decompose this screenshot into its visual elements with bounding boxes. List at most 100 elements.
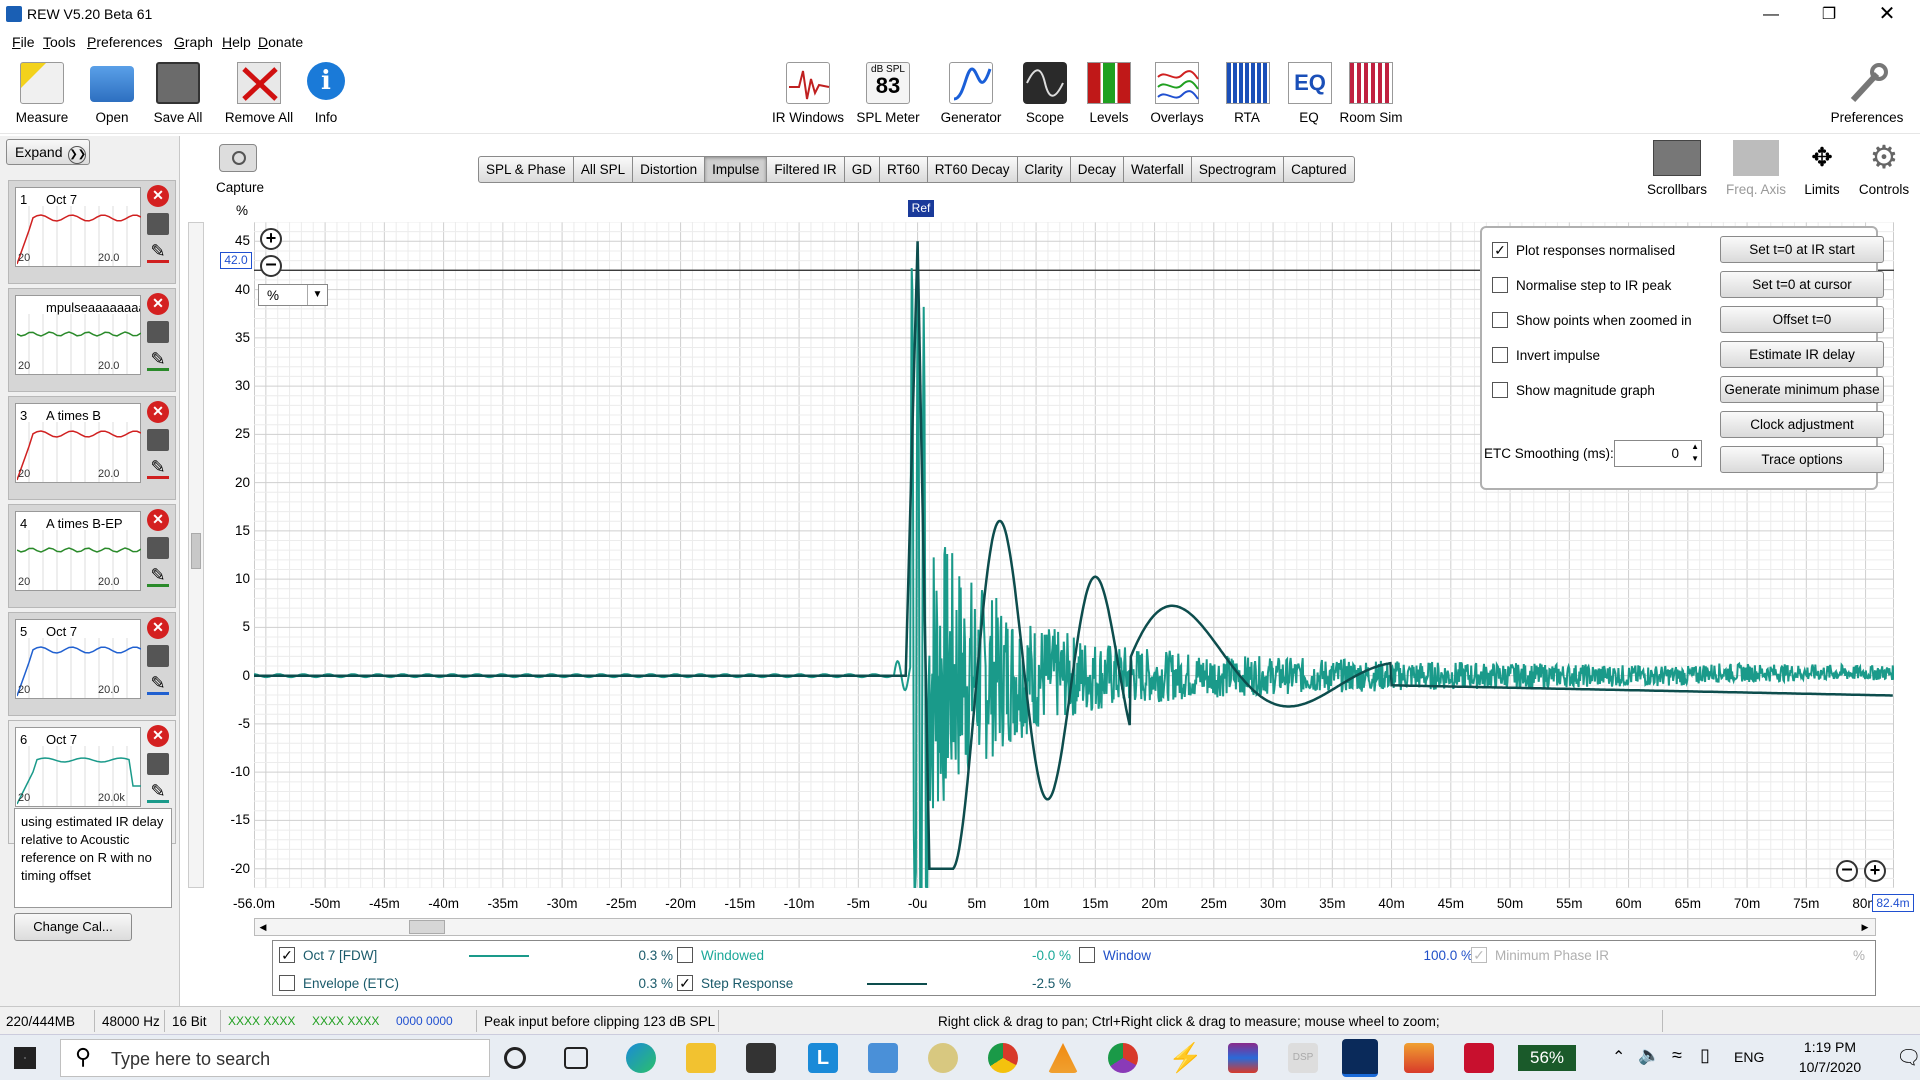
save-measurement-icon[interactable] <box>147 753 169 775</box>
remove-all-button[interactable]: Remove All <box>224 62 294 125</box>
battery-icon[interactable]: ▯ <box>1700 1045 1710 1066</box>
levels-button[interactable]: Levels <box>1084 62 1134 125</box>
menu-file[interactable]: File <box>12 34 35 50</box>
folder-app-icon[interactable] <box>1404 1043 1434 1073</box>
menu-donate[interactable]: Donate <box>258 34 303 50</box>
legend-checkbox[interactable]: ✓ <box>677 975 693 991</box>
restore-button[interactable]: ❐ <box>1800 0 1858 29</box>
checkbox[interactable] <box>1492 312 1508 328</box>
measurement-slot[interactable]: 1 Oct 7 20 20.0 ✕ ✎ <box>8 180 176 284</box>
battery-meter[interactable]: 56% <box>1518 1045 1576 1071</box>
legend-checkbox[interactable]: ✓ <box>1471 947 1487 963</box>
windows-start-icon[interactable] <box>14 1047 36 1069</box>
option-button-set-t-0-at-cursor[interactable]: Set t=0 at cursor <box>1720 271 1884 298</box>
spl-meter-button[interactable]: dB SPL 83 SPL Meter <box>856 62 920 125</box>
notification-icon[interactable]: 🗨 <box>1896 1045 1920 1070</box>
measurement-slot[interactable]: 3 A times B 20 20.0 ✕ ✎ <box>8 396 176 500</box>
legend-checkbox[interactable] <box>677 947 693 963</box>
tab-spl-phase[interactable]: SPL & Phase <box>478 156 574 183</box>
delete-measurement-icon[interactable]: ✕ <box>147 401 169 423</box>
delete-measurement-icon[interactable]: ✕ <box>147 185 169 207</box>
legend-checkbox[interactable]: ✓ <box>279 947 295 963</box>
clock-date[interactable]: 10/7/2020 <box>1780 1059 1880 1075</box>
option-button-generate-minimum-phase[interactable]: Generate minimum phase <box>1720 376 1884 403</box>
overlays-button[interactable]: Overlays <box>1148 62 1206 125</box>
tab-impulse[interactable]: Impulse <box>705 156 768 183</box>
l-app-icon[interactable]: L <box>808 1043 838 1073</box>
zoom-in-y-button[interactable]: + <box>260 228 282 250</box>
scroll-right-arrow-icon[interactable]: ▶ <box>1859 921 1871 933</box>
delete-measurement-icon[interactable]: ✕ <box>147 293 169 315</box>
hscroll-thumb[interactable] <box>409 920 445 934</box>
legend-checkbox[interactable] <box>1079 947 1095 963</box>
delete-measurement-icon[interactable]: ✕ <box>147 509 169 531</box>
save-measurement-icon[interactable] <box>147 213 169 235</box>
close-button[interactable]: ✕ <box>1858 0 1916 29</box>
preferences-button[interactable]: Preferences <box>1826 62 1908 125</box>
tab-waterfall[interactable]: Waterfall <box>1124 156 1192 183</box>
minimize-button[interactable]: — <box>1742 0 1800 29</box>
measurement-notes[interactable]: using estimated IR delay relative to Aco… <box>14 808 172 908</box>
capture-button[interactable]: Capture <box>216 144 264 195</box>
delete-measurement-icon[interactable]: ✕ <box>147 725 169 747</box>
info-button[interactable]: i Info <box>304 62 348 125</box>
etc-smoothing-spinner[interactable]: 0 ▲ ▼ <box>1614 440 1702 467</box>
tab-spectrogram[interactable]: Spectrogram <box>1191 156 1285 183</box>
pen-icon[interactable]: ✎ <box>147 457 169 479</box>
eq-button[interactable]: EQ EQ <box>1288 62 1332 125</box>
change-cal-button[interactable]: Change Cal... <box>14 913 132 941</box>
rew-taskbar-icon[interactable] <box>1342 1039 1378 1077</box>
measurement-slot[interactable]: mpulseaaaaaaaaaa 20 20.0 ✕ ✎ <box>8 288 176 392</box>
disc-icon[interactable] <box>928 1043 958 1073</box>
tab-decay[interactable]: Decay <box>1070 156 1125 183</box>
winrar-icon[interactable] <box>1228 1043 1258 1073</box>
tab-rt60[interactable]: RT60 <box>879 156 928 183</box>
option-button-estimate-ir-delay[interactable]: Estimate IR delay <box>1720 341 1884 368</box>
volume-icon[interactable]: 🔈 <box>1638 1045 1660 1066</box>
rta-button[interactable]: RTA <box>1226 62 1270 125</box>
tab-gd[interactable]: GD <box>844 156 880 183</box>
measurement-scrollbar[interactable] <box>188 222 204 888</box>
dsp-icon[interactable]: DSP <box>1288 1043 1318 1073</box>
spinner-arrows-icon[interactable]: ▲ ▼ <box>1691 441 1699 465</box>
language-indicator[interactable]: ENG <box>1734 1049 1764 1065</box>
task-view-icon[interactable] <box>564 1047 588 1069</box>
legend-checkbox[interactable] <box>279 975 295 991</box>
scrollbar-thumb[interactable] <box>191 533 201 569</box>
option-button-clock-adjustment[interactable]: Clock adjustment <box>1720 411 1884 438</box>
chrome-icon[interactable] <box>988 1043 1018 1073</box>
red-app-icon[interactable] <box>1464 1043 1494 1073</box>
controls-button[interactable]: ⚙ Controls <box>1854 140 1914 197</box>
delete-measurement-icon[interactable]: ✕ <box>147 617 169 639</box>
option-button-set-t-0-at-ir-start[interactable]: Set t=0 at IR start <box>1720 236 1884 263</box>
menu-tools[interactable]: Tools <box>43 34 76 50</box>
cortana-icon[interactable] <box>504 1047 526 1069</box>
measurement-slot[interactable]: 4 A times B-EP 20 20.0 ✕ ✎ <box>8 504 176 608</box>
expand-button[interactable]: Expand ❯❯ <box>6 139 90 165</box>
tab-filtered-ir[interactable]: Filtered IR <box>767 156 845 183</box>
checkbox[interactable] <box>1492 382 1508 398</box>
save-measurement-icon[interactable] <box>147 321 169 343</box>
pen-icon[interactable]: ✎ <box>147 781 169 803</box>
zoom-out-x-button[interactable]: – <box>1836 859 1858 882</box>
menu-graph[interactable]: Graph <box>174 34 213 50</box>
checkbox[interactable] <box>1492 277 1508 293</box>
app-window-icon[interactable] <box>868 1043 898 1073</box>
tab-rt60-decay[interactable]: RT60 Decay <box>927 156 1018 183</box>
zoom-out-y-button[interactable]: – <box>260 254 282 277</box>
tab-captured[interactable]: Captured <box>1284 156 1355 183</box>
graph-hscrollbar[interactable]: ◀ ▶ <box>254 918 1876 936</box>
scope-button[interactable]: Scope <box>1022 62 1068 125</box>
save-all-button[interactable]: Save All <box>150 62 206 125</box>
lightning-icon[interactable]: ⚡ <box>1168 1043 1203 1073</box>
menu-help[interactable]: Help <box>222 34 251 50</box>
save-measurement-icon[interactable] <box>147 645 169 667</box>
pen-icon[interactable]: ✎ <box>147 673 169 695</box>
limits-button[interactable]: ✥ Limits <box>1800 140 1844 197</box>
open-button[interactable]: Open <box>86 62 138 125</box>
tab-all-spl[interactable]: All SPL <box>573 156 634 183</box>
chevron-up-icon[interactable]: ⌃ <box>1612 1047 1625 1067</box>
tab-clarity[interactable]: Clarity <box>1017 156 1071 183</box>
scroll-left-arrow-icon[interactable]: ◀ <box>257 921 269 933</box>
tab-distortion[interactable]: Distortion <box>633 156 706 183</box>
